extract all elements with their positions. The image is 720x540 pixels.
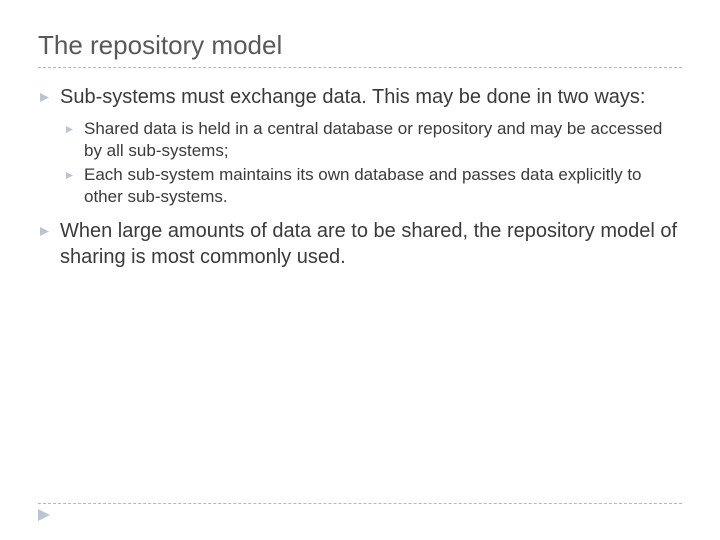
list-item: Each sub-system maintains its own databa… xyxy=(64,164,682,208)
bullet-arrow-icon xyxy=(38,87,50,107)
list-item: When large amounts of data are to be sha… xyxy=(38,218,682,270)
bullet-arrow-icon xyxy=(38,221,50,241)
bullet-text: When large amounts of data are to be sha… xyxy=(60,218,682,270)
footer-divider xyxy=(38,503,682,504)
bullet-arrow-icon xyxy=(64,120,74,138)
sub-bullet-text: Each sub-system maintains its own databa… xyxy=(84,164,682,208)
bullet-arrow-icon xyxy=(64,166,74,184)
slide-body: The repository model Sub-systems must ex… xyxy=(0,0,720,296)
sub-bullet-text: Shared data is held in a central databas… xyxy=(84,118,682,162)
slide-title: The repository model xyxy=(38,30,682,68)
list-item: Sub-systems must exchange data. This may… xyxy=(38,84,682,110)
bullet-text: Sub-systems must exchange data. This may… xyxy=(60,84,645,110)
list-item: Shared data is held in a central databas… xyxy=(64,118,682,162)
bullet-list: Sub-systems must exchange data. This may… xyxy=(38,84,682,270)
footer-arrow-icon xyxy=(38,508,50,526)
sub-bullet-list: Shared data is held in a central databas… xyxy=(64,118,682,208)
